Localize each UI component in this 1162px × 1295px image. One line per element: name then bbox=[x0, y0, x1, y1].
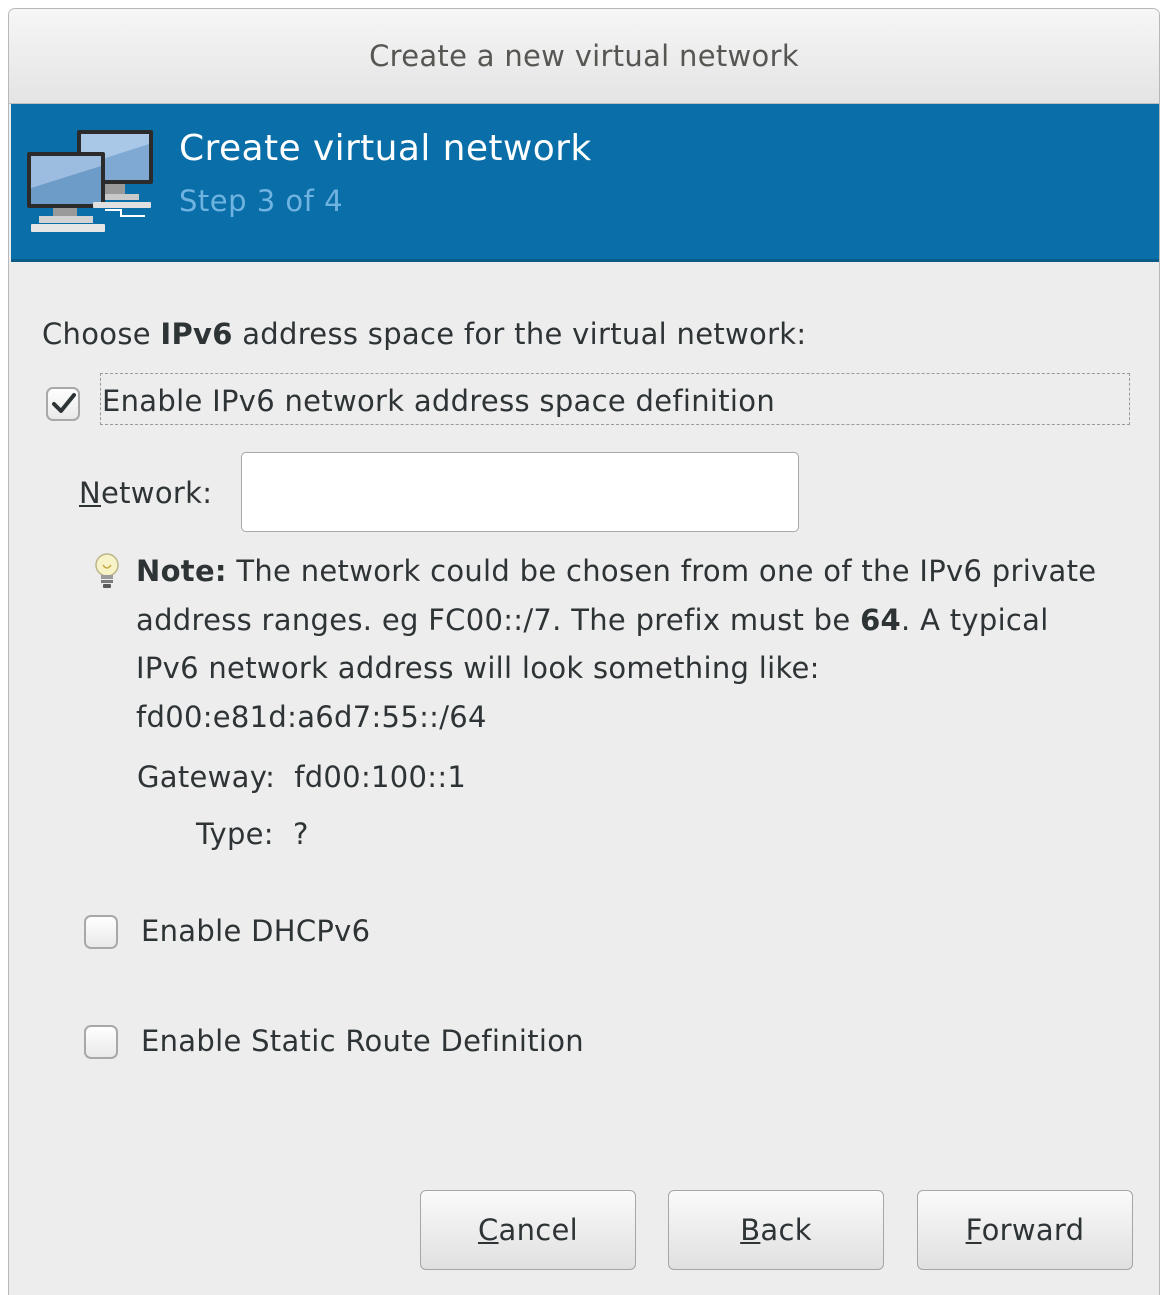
type-value: ? bbox=[292, 817, 309, 851]
dialog-window: Create a new virtual network Create virt… bbox=[8, 8, 1160, 1295]
network-label: Network: bbox=[79, 476, 212, 510]
network-label-rest: etwork: bbox=[101, 476, 213, 510]
note-prefix-bold: 64 bbox=[860, 602, 902, 637]
heading-prefix: Choose bbox=[42, 317, 161, 351]
network-computers-icon bbox=[27, 130, 153, 232]
note-label: Note: bbox=[136, 554, 227, 588]
enable-dhcpv6-checkbox[interactable] bbox=[84, 915, 118, 949]
enable-ipv6-label[interactable]: Enable IPv6 network address space defini… bbox=[102, 384, 775, 418]
lightbulb-icon bbox=[95, 553, 119, 588]
checkmark-icon bbox=[52, 393, 76, 413]
back-button[interactable]: Back bbox=[668, 1190, 884, 1270]
enable-dhcpv6-label[interactable]: Enable DHCPv6 bbox=[141, 914, 370, 948]
title-bar[interactable]: Create a new virtual network bbox=[9, 9, 1159, 104]
network-mnemonic: N bbox=[79, 476, 101, 510]
back-mnemonic: B bbox=[740, 1213, 761, 1247]
forward-mnemonic: F bbox=[965, 1213, 982, 1247]
ipv6-note: Note: The network could be chosen from o… bbox=[136, 547, 1116, 741]
banner-title: Create virtual network bbox=[179, 128, 592, 169]
back-label-rest: ack bbox=[760, 1213, 812, 1247]
enable-ipv6-checkbox[interactable] bbox=[46, 387, 80, 421]
gateway-value: fd00:100::1 bbox=[294, 760, 467, 794]
cancel-label-rest: ancel bbox=[498, 1213, 579, 1247]
enable-static-route-checkbox[interactable] bbox=[84, 1025, 118, 1059]
forward-button[interactable]: Forward bbox=[917, 1190, 1133, 1270]
section-heading: Choose IPv6 address space for the virtua… bbox=[42, 317, 806, 351]
forward-label-rest: orward bbox=[981, 1213, 1085, 1247]
step-indicator: Step 3 of 4 bbox=[179, 184, 344, 218]
gateway-label: Gateway: bbox=[137, 760, 276, 794]
window-title: Create a new virtual network bbox=[369, 39, 799, 73]
enable-static-route-label[interactable]: Enable Static Route Definition bbox=[141, 1024, 584, 1058]
type-row: Type: ? bbox=[196, 817, 309, 851]
gateway-row: Gateway: fd00:100::1 bbox=[137, 760, 466, 794]
cancel-button[interactable]: Cancel bbox=[420, 1190, 636, 1270]
type-label: Type: bbox=[196, 817, 274, 851]
wizard-banner: Create virtual network Step 3 of 4 bbox=[11, 104, 1159, 262]
heading-suffix: address space for the virtual network: bbox=[232, 317, 807, 351]
cancel-mnemonic: C bbox=[477, 1213, 499, 1247]
network-input[interactable] bbox=[241, 452, 799, 532]
heading-ipv6-bold: IPv6 bbox=[160, 317, 233, 351]
